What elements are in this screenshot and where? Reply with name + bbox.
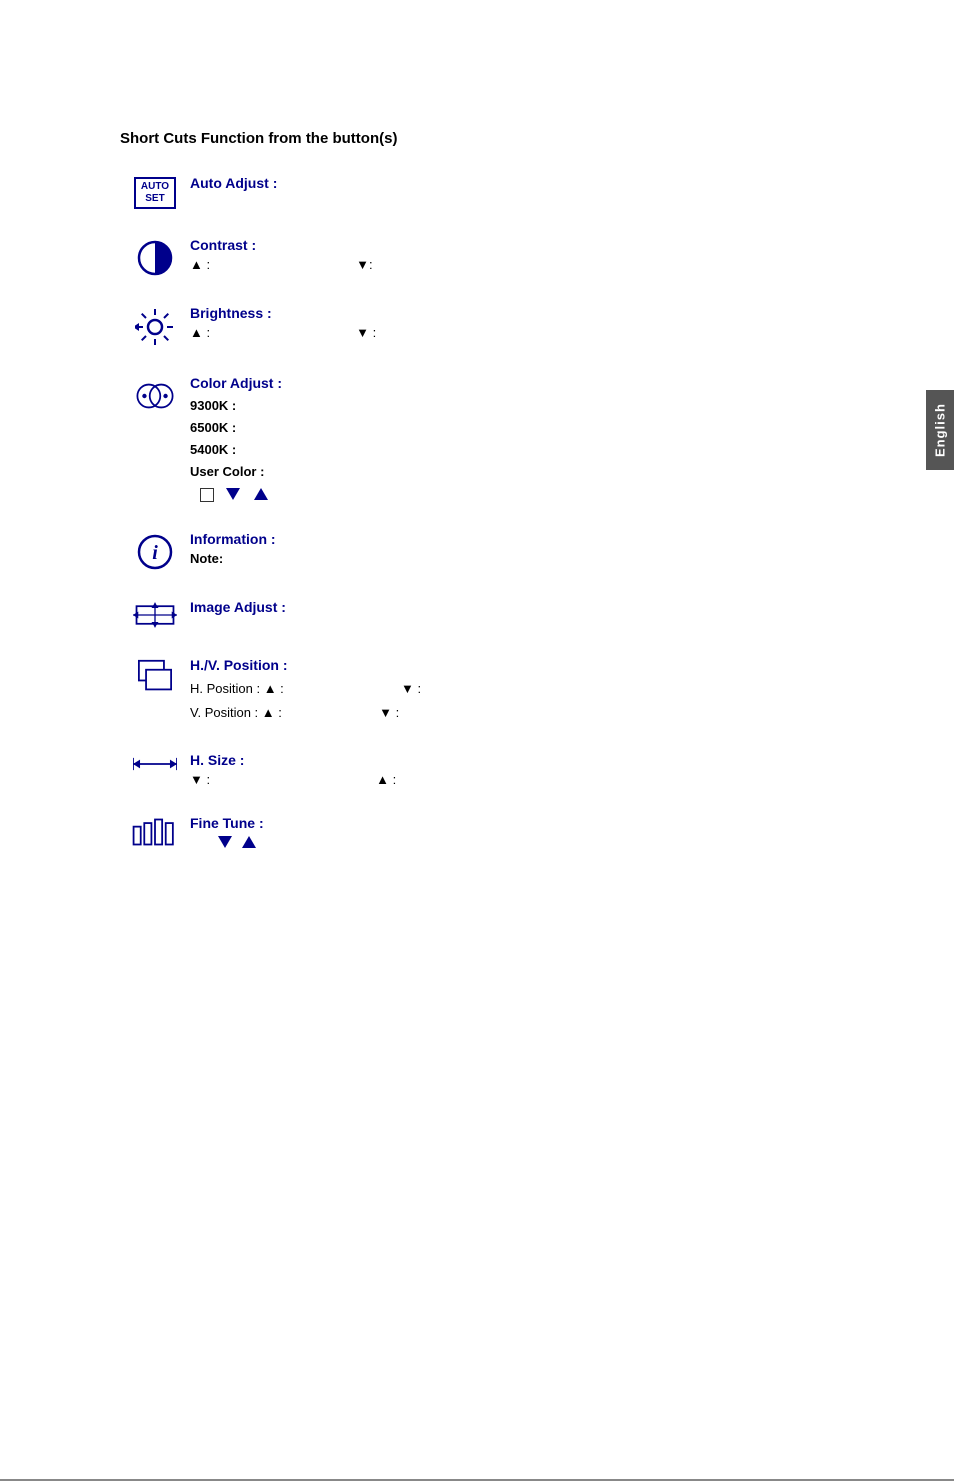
fine-tune-controls	[190, 835, 820, 851]
contrast-label: Contrast :	[190, 237, 820, 253]
auto-adjust-icon-col: AUTOSET	[120, 177, 190, 209]
information-icon-col: i	[120, 533, 190, 571]
contrast-up-label: ▲ :	[190, 257, 210, 272]
contrast-content: Contrast : ▲ : ▼:	[190, 237, 820, 272]
h-size-content: H. Size : ▼ : ▲ :	[190, 752, 820, 787]
information-label: Information :	[190, 531, 820, 547]
fine-tune-content: Fine Tune :	[190, 815, 820, 851]
fine-tune-label: Fine Tune :	[190, 815, 820, 831]
info-icon: i	[136, 533, 174, 571]
h-size-icon	[133, 754, 177, 774]
fine-tune-down	[218, 835, 234, 851]
image-adjust-icon-col	[120, 601, 190, 629]
color-option-6500: 6500K :	[190, 417, 820, 439]
hv-position-content: H./V. Position : H. Position : ▲ : ▼ : V…	[190, 657, 820, 724]
triangle-up-color	[254, 487, 270, 503]
contrast-icon-col	[120, 239, 190, 277]
triangle-down-color	[226, 487, 242, 503]
image-adjust-label: Image Adjust :	[190, 599, 820, 615]
hv-position-label: H./V. Position :	[190, 657, 820, 673]
image-adjust-content: Image Adjust :	[190, 599, 820, 619]
fine-tune-up	[242, 835, 258, 851]
fine-tune-row: Fine Tune :	[120, 815, 820, 851]
fine-tune-icon	[130, 817, 180, 847]
brightness-content: Brightness : ▲ : ▼ :	[190, 305, 820, 340]
hv-position-icon	[137, 659, 173, 693]
brightness-row: Brightness : ▲ : ▼ :	[120, 305, 820, 347]
h-size-down-label: ▼ :	[190, 772, 210, 787]
color-options: 9300K : 6500K : 5400K : User Color :	[190, 395, 820, 483]
hv-position-icon-col	[120, 659, 190, 693]
auto-set-icon: AUTOSET	[134, 177, 176, 209]
auto-adjust-content: Auto Adjust :	[190, 175, 820, 195]
svg-text:i: i	[152, 542, 158, 564]
user-color-controls	[190, 487, 820, 503]
brightness-icon	[135, 307, 175, 347]
main-content: Short Cuts Function from the button(s) A…	[120, 130, 820, 851]
color-adjust-content: Color Adjust : 9300K : 6500K : 5400K : U…	[190, 375, 820, 503]
color-adjust-row: Color Adjust : 9300K : 6500K : 5400K : U…	[120, 375, 820, 503]
page-title: Short Cuts Function from the button(s)	[120, 130, 820, 147]
note-text: Note:	[190, 551, 820, 566]
information-row: i Information : Note:	[120, 531, 820, 571]
v-position-row: V. Position : ▲ : ▼ :	[190, 701, 820, 724]
brightness-label: Brightness :	[190, 305, 820, 321]
brightness-down-label: ▼ :	[356, 325, 376, 340]
contrast-row: Contrast : ▲ : ▼:	[120, 237, 820, 277]
brightness-up-label: ▲ :	[190, 325, 210, 340]
h-position-row: H. Position : ▲ : ▼ :	[190, 677, 820, 700]
color-adjust-icon-col	[120, 377, 190, 415]
auto-adjust-label: Auto Adjust :	[190, 175, 820, 191]
contrast-controls: ▲ : ▼:	[190, 257, 820, 272]
fine-tune-icon-col	[120, 817, 190, 847]
auto-adjust-row: AUTOSET Auto Adjust :	[120, 175, 820, 209]
contrast-down-label: ▼:	[356, 257, 372, 272]
color-adjust-icon	[133, 377, 177, 415]
h-size-up-label: ▲ :	[376, 772, 396, 787]
color-option-user: User Color :	[190, 461, 820, 483]
h-size-controls: ▼ : ▲ :	[190, 772, 820, 787]
h-size-icon-col	[120, 754, 190, 774]
image-adjust-icon	[133, 601, 177, 629]
color-square-indicator	[200, 488, 214, 502]
color-option-9300: 9300K :	[190, 395, 820, 417]
image-adjust-row: Image Adjust :	[120, 599, 820, 629]
h-size-label: H. Size :	[190, 752, 820, 768]
contrast-icon	[136, 239, 174, 277]
information-content: Information : Note:	[190, 531, 820, 566]
brightness-controls: ▲ : ▼ :	[190, 325, 820, 340]
hv-position-row: H./V. Position : H. Position : ▲ : ▼ : V…	[120, 657, 820, 724]
h-size-row: H. Size : ▼ : ▲ :	[120, 752, 820, 787]
brightness-icon-col	[120, 307, 190, 347]
hv-controls: H. Position : ▲ : ▼ : V. Position : ▲ : …	[190, 677, 820, 724]
color-adjust-label: Color Adjust :	[190, 375, 820, 391]
sidebar-english-label: English	[926, 390, 954, 470]
color-option-5400: 5400K :	[190, 439, 820, 461]
